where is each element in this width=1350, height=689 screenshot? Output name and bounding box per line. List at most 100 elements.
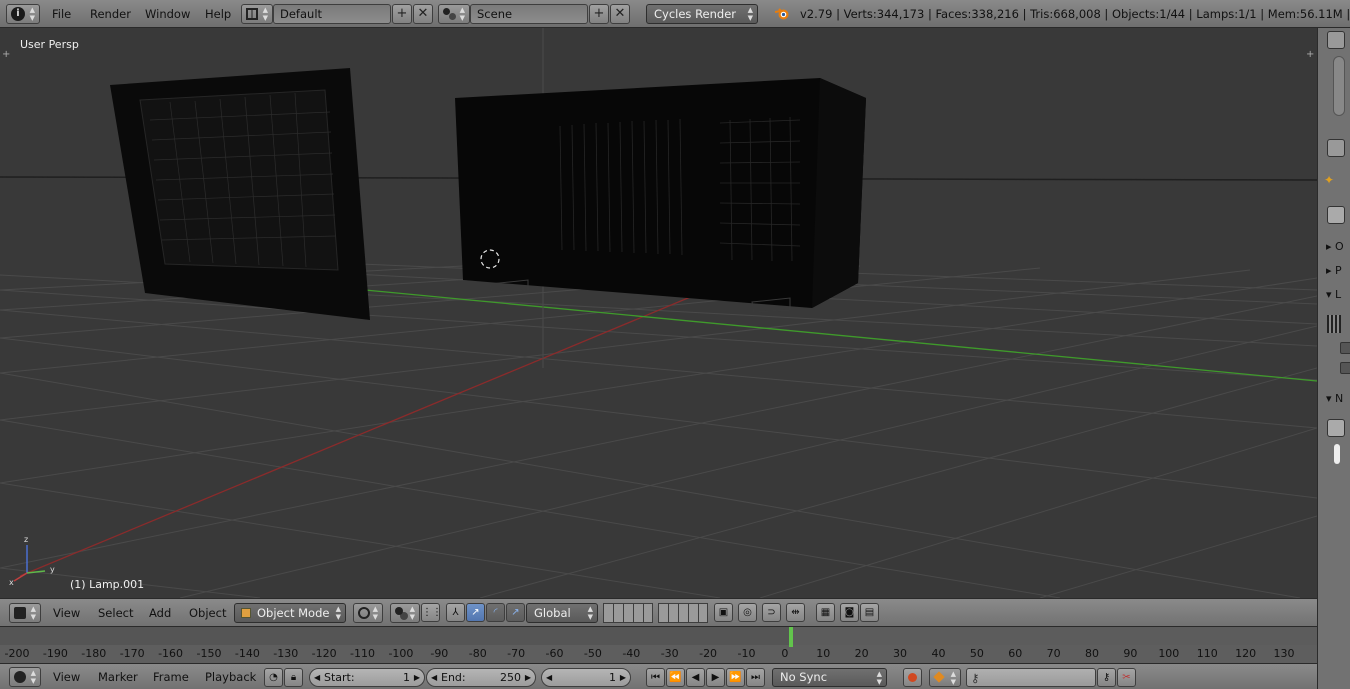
timeline-tick-label: -100 bbox=[388, 647, 414, 660]
panel-n-header[interactable]: ▾ N bbox=[1326, 392, 1343, 405]
snap-element-icon[interactable]: ⇹ bbox=[786, 603, 805, 622]
translate-manipulator-icon[interactable]: ↗ bbox=[466, 603, 485, 622]
stripes-icon bbox=[1327, 315, 1341, 333]
layer-buttons-1[interactable] bbox=[603, 603, 653, 623]
menu-view[interactable]: View bbox=[46, 668, 87, 686]
sync-mode-select[interactable]: No Sync ▲ ▼ bbox=[772, 668, 887, 687]
3d-viewport[interactable]: User Persp z y x (1) Lamp.001 + + bbox=[0, 28, 1317, 598]
increment-arrow-icon[interactable]: ▶ bbox=[620, 669, 626, 686]
menu-view[interactable]: View bbox=[46, 604, 87, 622]
menu-playback[interactable]: Playback bbox=[198, 668, 263, 686]
decrement-arrow-icon[interactable]: ◀ bbox=[546, 669, 552, 686]
checkbox[interactable] bbox=[1340, 362, 1350, 374]
outliner-icon[interactable] bbox=[1327, 31, 1345, 49]
scene-browse-button[interactable]: ▲ ▼ bbox=[438, 4, 470, 24]
timeline-editor[interactable]: -200 -190 -180 -170 -160 -150 -140 -130 -120 -110… bbox=[0, 626, 1317, 663]
menu-add[interactable]: Add bbox=[142, 604, 178, 622]
timeline-tick-label: 80 bbox=[1085, 647, 1100, 660]
jump-end-icon[interactable]: ⏭ bbox=[746, 668, 765, 687]
screen-layout-field[interactable]: Default bbox=[273, 4, 391, 24]
render-engine-select[interactable]: Cycles Render ▲ ▼ bbox=[646, 4, 758, 24]
keying-set-icon: ⚷ bbox=[971, 671, 980, 685]
pivot-icon bbox=[395, 607, 403, 615]
jump-keyframe-back-icon[interactable]: ⏪ bbox=[666, 668, 685, 687]
timeline-tick-label: -70 bbox=[507, 647, 526, 660]
decrement-arrow-icon[interactable]: ◀ bbox=[314, 669, 320, 686]
panel-p-header[interactable]: ▸ P bbox=[1326, 264, 1342, 277]
scene-icon bbox=[443, 8, 450, 15]
remove-layout-icon[interactable]: ✕ bbox=[413, 4, 433, 24]
mesh-object-frame[interactable] bbox=[110, 68, 370, 320]
delete-keyframe-icon[interactable]: ✂ bbox=[1117, 668, 1136, 687]
checkbox[interactable] bbox=[1340, 342, 1350, 354]
render-image-icon[interactable]: ◙ bbox=[840, 603, 859, 622]
snap-target-icon[interactable]: ▦ bbox=[816, 603, 835, 622]
proportional-edit-icon[interactable]: ◎ bbox=[738, 603, 757, 622]
play-reverse-icon[interactable]: ◀ bbox=[686, 668, 705, 687]
lock-layers-icon[interactable]: ▣ bbox=[714, 603, 733, 622]
manipulator-toggle-icon[interactable]: ⅄ bbox=[446, 603, 465, 622]
menu-object[interactable]: Object bbox=[182, 604, 233, 622]
end-frame-value: 250 bbox=[500, 671, 521, 684]
info-icon: i bbox=[11, 7, 25, 21]
editor-type-button[interactable]: ▲ ▼ bbox=[9, 667, 41, 687]
interaction-mode-select[interactable]: Object Mode ▲ ▼ bbox=[234, 603, 346, 623]
panel-p-label: P bbox=[1335, 264, 1342, 277]
keyframe-icon bbox=[933, 671, 945, 683]
scene-statistics: v2.79 | Verts:344,173 | Faces:338,216 | … bbox=[800, 7, 1350, 21]
panel-o-header[interactable]: ▸ O bbox=[1326, 240, 1344, 253]
menu-render[interactable]: Render bbox=[83, 5, 138, 23]
preview-range-icon[interactable]: ◔ bbox=[264, 668, 283, 687]
keying-mode-select[interactable]: ▲ ▼ bbox=[929, 668, 961, 687]
menu-marker[interactable]: Marker bbox=[91, 668, 145, 686]
editor-type-button[interactable]: ▲ ▼ bbox=[9, 603, 41, 623]
jump-keyframe-forward-icon[interactable]: ⏩ bbox=[726, 668, 745, 687]
current-frame-field[interactable]: ◀ 1 ▶ bbox=[541, 668, 631, 687]
screen-layout-browse-button[interactable]: ▲ ▼ bbox=[241, 4, 273, 24]
transform-orientation-select[interactable]: Global ▲ ▼ bbox=[526, 603, 598, 623]
add-layout-icon[interactable]: + bbox=[392, 4, 412, 24]
menu-help[interactable]: Help bbox=[198, 5, 238, 23]
menu-window[interactable]: Window bbox=[138, 5, 197, 23]
panel-l-header[interactable]: ▾ L bbox=[1326, 288, 1341, 301]
properties-editor-icon[interactable] bbox=[1327, 139, 1345, 157]
manipulate-center-icon[interactable]: ⋮⋮ bbox=[421, 603, 442, 622]
play-icon[interactable]: ▶ bbox=[706, 668, 725, 687]
tools-icon[interactable]: ✦ bbox=[1324, 173, 1346, 187]
insert-keyframe-icon[interactable]: ⚷ bbox=[1097, 668, 1116, 687]
menu-file[interactable]: File bbox=[45, 5, 78, 23]
menu-select[interactable]: Select bbox=[91, 604, 140, 622]
auto-keying-record-icon[interactable] bbox=[903, 668, 922, 687]
jump-start-icon[interactable]: ⏮ bbox=[646, 668, 665, 687]
region-expand-icon[interactable]: + bbox=[2, 49, 10, 60]
snap-magnet-icon[interactable]: ⊃ bbox=[762, 603, 781, 622]
lock-time-icon[interactable]: 🔒︎ bbox=[284, 668, 303, 687]
add-scene-icon[interactable]: + bbox=[589, 4, 609, 24]
timeline-tick-label: -50 bbox=[583, 647, 602, 660]
timeline-tick-label: 90 bbox=[1123, 647, 1138, 660]
chevron-updown-icon: ▲ ▼ bbox=[950, 670, 956, 686]
mesh-object-device[interactable] bbox=[455, 78, 866, 313]
print-icon[interactable] bbox=[1327, 419, 1345, 437]
decrement-arrow-icon[interactable]: ◀ bbox=[431, 669, 437, 686]
current-frame-value: 1 bbox=[609, 671, 616, 684]
start-frame-field[interactable]: ◀ Start: 1 ▶ bbox=[309, 668, 425, 687]
panel-toggle-icon[interactable] bbox=[1327, 206, 1345, 224]
render-animation-icon[interactable]: ▤ bbox=[860, 603, 879, 622]
pivot-point-select[interactable]: ▲ ▼ bbox=[390, 603, 420, 623]
viewport-shading-select[interactable]: ▲ ▼ bbox=[353, 603, 383, 623]
keying-set-field[interactable]: ⚷ bbox=[966, 668, 1096, 687]
rotate-manipulator-icon[interactable]: ◜ bbox=[486, 603, 505, 622]
increment-arrow-icon[interactable]: ▶ bbox=[525, 669, 531, 686]
menu-frame[interactable]: Frame bbox=[146, 668, 196, 686]
end-frame-field[interactable]: ◀ End: 250 ▶ bbox=[426, 668, 536, 687]
slider-handle[interactable] bbox=[1334, 444, 1340, 464]
scale-manipulator-icon[interactable]: ↗ bbox=[506, 603, 525, 622]
editor-type-button[interactable]: i ▲ ▼ bbox=[6, 4, 40, 24]
increment-arrow-icon[interactable]: ▶ bbox=[414, 669, 420, 686]
panel-scrollbar[interactable] bbox=[1333, 56, 1345, 116]
region-expand-icon[interactable]: + bbox=[1306, 49, 1314, 60]
remove-scene-icon[interactable]: ✕ bbox=[610, 4, 630, 24]
scene-field[interactable]: Scene bbox=[470, 4, 588, 24]
layer-buttons-2[interactable] bbox=[658, 603, 708, 623]
